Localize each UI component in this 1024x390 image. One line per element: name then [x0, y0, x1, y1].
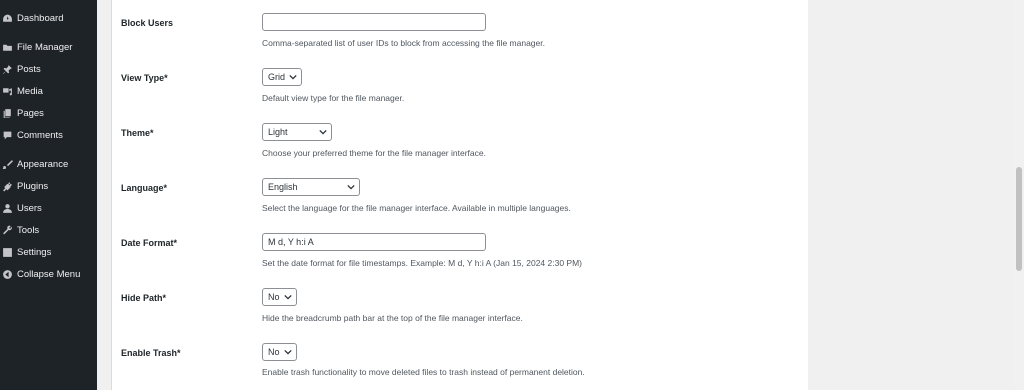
comment-icon — [2, 130, 13, 141]
block-users-input[interactable] — [262, 13, 486, 31]
chevron-down-icon — [347, 184, 355, 190]
sidebar-item-label: Plugins — [17, 180, 49, 192]
sidebar-item-label: File Manager — [17, 41, 73, 53]
date-format-description: Set the date format for file timestamps.… — [262, 258, 583, 268]
chevron-down-icon — [284, 294, 292, 300]
language-label: Language* — [121, 183, 168, 193]
view-type-select[interactable]: Grid — [262, 68, 302, 86]
wrench-icon — [2, 225, 13, 236]
admin-sidebar: Dashboard File Manager Posts Media Pages… — [0, 0, 97, 390]
sidebar-item-label: Dashboard — [17, 12, 64, 24]
date-format-input[interactable] — [262, 233, 486, 251]
view-type-value: Grid — [268, 72, 286, 82]
sidebar-item-file-manager[interactable]: File Manager — [0, 36, 97, 58]
language-value: English — [268, 182, 298, 192]
pin-icon — [2, 64, 13, 75]
theme-value: Light — [268, 127, 288, 137]
sidebar-item-label: Settings — [17, 246, 52, 258]
sidebar-item-label: Collapse Menu — [17, 268, 81, 280]
enable-trash-value: No — [268, 347, 280, 357]
sidebar-item-label: Tools — [17, 224, 40, 236]
sidebar-item-plugins[interactable]: Plugins — [0, 175, 97, 197]
sidebar-item-appearance[interactable]: Appearance — [0, 153, 97, 175]
media-icon — [2, 86, 13, 97]
sidebar-item-users[interactable]: Users — [0, 197, 97, 219]
sidebar-item-label: Users — [17, 202, 42, 214]
hide-path-select[interactable]: No — [262, 288, 297, 306]
view-type-label: View Type* — [121, 73, 168, 83]
language-description: Select the language for the file manager… — [262, 203, 571, 213]
sidebar-item-posts[interactable]: Posts — [0, 58, 97, 80]
sidebar-item-tools[interactable]: Tools — [0, 219, 97, 241]
view-type-description: Default view type for the file manager. — [262, 93, 405, 103]
sidebar-item-label: Comments — [17, 129, 63, 141]
sidebar-item-settings[interactable]: Settings — [0, 241, 97, 263]
folder-icon — [2, 42, 13, 53]
hide-path-description: Hide the breadcrumb path bar at the top … — [262, 313, 523, 323]
theme-select[interactable]: Light — [262, 123, 332, 141]
chevron-down-icon — [319, 129, 327, 135]
hide-path-value: No — [268, 292, 280, 302]
settings-icon — [2, 247, 13, 258]
sidebar-item-label: Pages — [17, 107, 44, 119]
brush-icon — [2, 159, 13, 170]
theme-label: Theme* — [121, 128, 154, 138]
block-users-description: Comma-separated list of user IDs to bloc… — [262, 38, 545, 48]
collapse-menu-button[interactable]: Collapse Menu — [0, 263, 97, 285]
enable-trash-select[interactable]: No — [262, 343, 297, 361]
chevron-down-icon — [289, 74, 297, 80]
sidebar-item-label: Media — [17, 85, 43, 97]
sidebar-item-pages[interactable]: Pages — [0, 102, 97, 124]
enable-trash-description: Enable trash functionality to move delet… — [262, 367, 585, 377]
sidebar-item-media[interactable]: Media — [0, 80, 97, 102]
block-users-label: Block Users — [121, 18, 174, 28]
sidebar-item-label: Posts — [17, 63, 41, 75]
dashboard-icon — [2, 13, 13, 24]
right-background-area — [808, 0, 1014, 390]
sidebar-item-dashboard[interactable]: Dashboard — [0, 7, 97, 29]
language-select[interactable]: English — [262, 178, 360, 196]
date-format-label: Date Format* — [121, 238, 178, 248]
collapse-icon — [2, 269, 13, 280]
scrollbar-thumb[interactable] — [1016, 167, 1022, 271]
theme-description: Choose your preferred theme for the file… — [262, 148, 486, 158]
settings-form-panel: Block Users Comma-separated list of user… — [111, 0, 809, 390]
enable-trash-label: Enable Trash* — [121, 348, 181, 358]
sidebar-item-label: Appearance — [17, 158, 69, 170]
pages-icon — [2, 108, 13, 119]
chevron-down-icon — [284, 349, 292, 355]
user-icon — [2, 203, 13, 214]
sidebar-item-comments[interactable]: Comments — [0, 124, 97, 146]
hide-path-label: Hide Path* — [121, 293, 167, 303]
plugin-icon — [2, 181, 13, 192]
